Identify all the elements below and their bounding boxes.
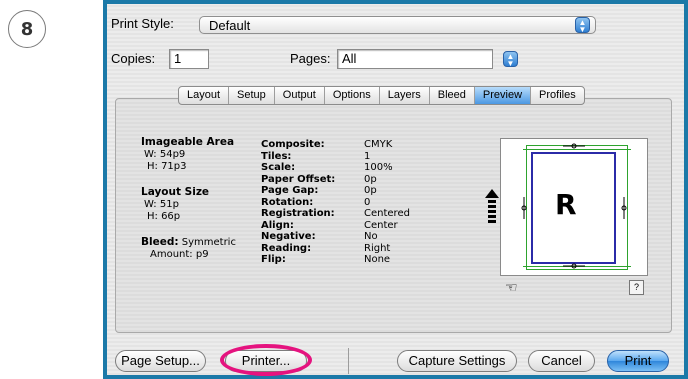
setting-scale: Scale: 100% — [261, 162, 393, 173]
tab-layers[interactable]: Layers — [380, 87, 430, 104]
crop-mark-top-icon — [563, 143, 585, 149]
pages-label: Pages: — [290, 51, 331, 66]
tab-profiles[interactable]: Profiles — [531, 87, 584, 104]
tab-output[interactable]: Output — [275, 87, 325, 104]
layout-size-height: H: 66p — [147, 211, 181, 222]
preview-glyph: R — [555, 188, 577, 221]
copies-label: Copies: — [111, 51, 156, 66]
print-style-label: Print Style: — [111, 16, 174, 31]
layout-size-title: Layout Size — [141, 186, 210, 198]
imageable-area-width: W: 54p9 — [144, 149, 186, 160]
bleed-amount: Amount: p9 — [150, 249, 209, 260]
setting-page-gap: Page Gap: 0p — [261, 185, 377, 196]
copies-field[interactable]: 1 — [169, 49, 209, 69]
cancel-button[interactable]: Cancel — [528, 350, 595, 372]
pages-field[interactable]: All — [337, 49, 493, 69]
setting-registration: Registration: Centered — [261, 208, 410, 219]
imageable-area-height: H: 71p3 — [147, 161, 187, 172]
tab-bleed[interactable]: Bleed — [430, 87, 475, 104]
print-style-stepper-icon[interactable]: ▲ ▼ — [575, 17, 590, 34]
print-style-value: Default — [209, 18, 251, 33]
imageable-area-info: Imageable Area W: 54p9 H: 71p3 — [141, 136, 234, 173]
hand-tool-icon[interactable]: ☜ — [505, 279, 518, 296]
tab-options[interactable]: Options — [325, 87, 380, 104]
setting-tiles: Tiles: 1 — [261, 150, 371, 162]
preview-help-button[interactable]: ? — [629, 280, 644, 295]
layout-size-info: Layout Size W: 51p H: 66p — [141, 186, 209, 223]
page-preview: R — [500, 138, 648, 276]
tab-bar: Layout Setup Output Options Layers Bleed… — [178, 86, 585, 105]
layout-size-width: W: 51p — [144, 199, 179, 210]
crop-mark-bottom-icon — [563, 263, 585, 269]
capture-settings-button[interactable]: Capture Settings — [397, 350, 517, 372]
crop-mark-left-icon — [521, 197, 527, 219]
button-separator — [348, 348, 349, 374]
print-style-popup[interactable]: Default ▲ ▼ — [199, 16, 596, 34]
setting-paper-offset: Paper Offset: 0p — [261, 173, 377, 185]
tab-setup[interactable]: Setup — [229, 87, 275, 104]
printer-highlight-ring — [220, 344, 312, 376]
settings-list: Composite: CMYK Tiles: 1 Scale: 100% Paper … — [261, 139, 410, 266]
print-dialog-frame: Print Style: Default ▲ ▼ Copies: 1 Pages:… — [103, 0, 688, 379]
setting-reading: Reading: Right — [261, 242, 391, 254]
tab-layout[interactable]: Layout — [179, 87, 230, 104]
setting-align: Align: Center — [261, 219, 398, 231]
step-number: 8 — [20, 18, 34, 40]
crop-mark-right-icon — [621, 197, 627, 219]
setting-rotation: Rotation: 0 — [261, 196, 371, 208]
tab-preview[interactable]: Preview — [474, 87, 532, 104]
setting-flip: Flip: None — [261, 254, 391, 265]
page-setup-button[interactable]: Page Setup... — [115, 350, 206, 372]
pages-stepper-icon[interactable]: ▲ ▼ — [503, 51, 518, 68]
imageable-area-title: Imageable Area — [141, 136, 235, 148]
setting-negative: Negative: No — [261, 231, 378, 242]
bleed-value: Symmetric — [181, 237, 236, 248]
print-button[interactable]: Print — [607, 350, 669, 372]
bleed-title: Bleed: — [141, 236, 179, 248]
step-number-badge: 8 — [8, 10, 46, 48]
bleed-info: Bleed: Symmetric Amount: p9 — [141, 236, 236, 261]
print-dialog: Print Style: Default ▲ ▼ Copies: 1 Pages:… — [107, 4, 684, 376]
setting-composite: Composite: CMYK — [261, 139, 393, 150]
feed-direction-arrow-icon — [485, 189, 499, 223]
